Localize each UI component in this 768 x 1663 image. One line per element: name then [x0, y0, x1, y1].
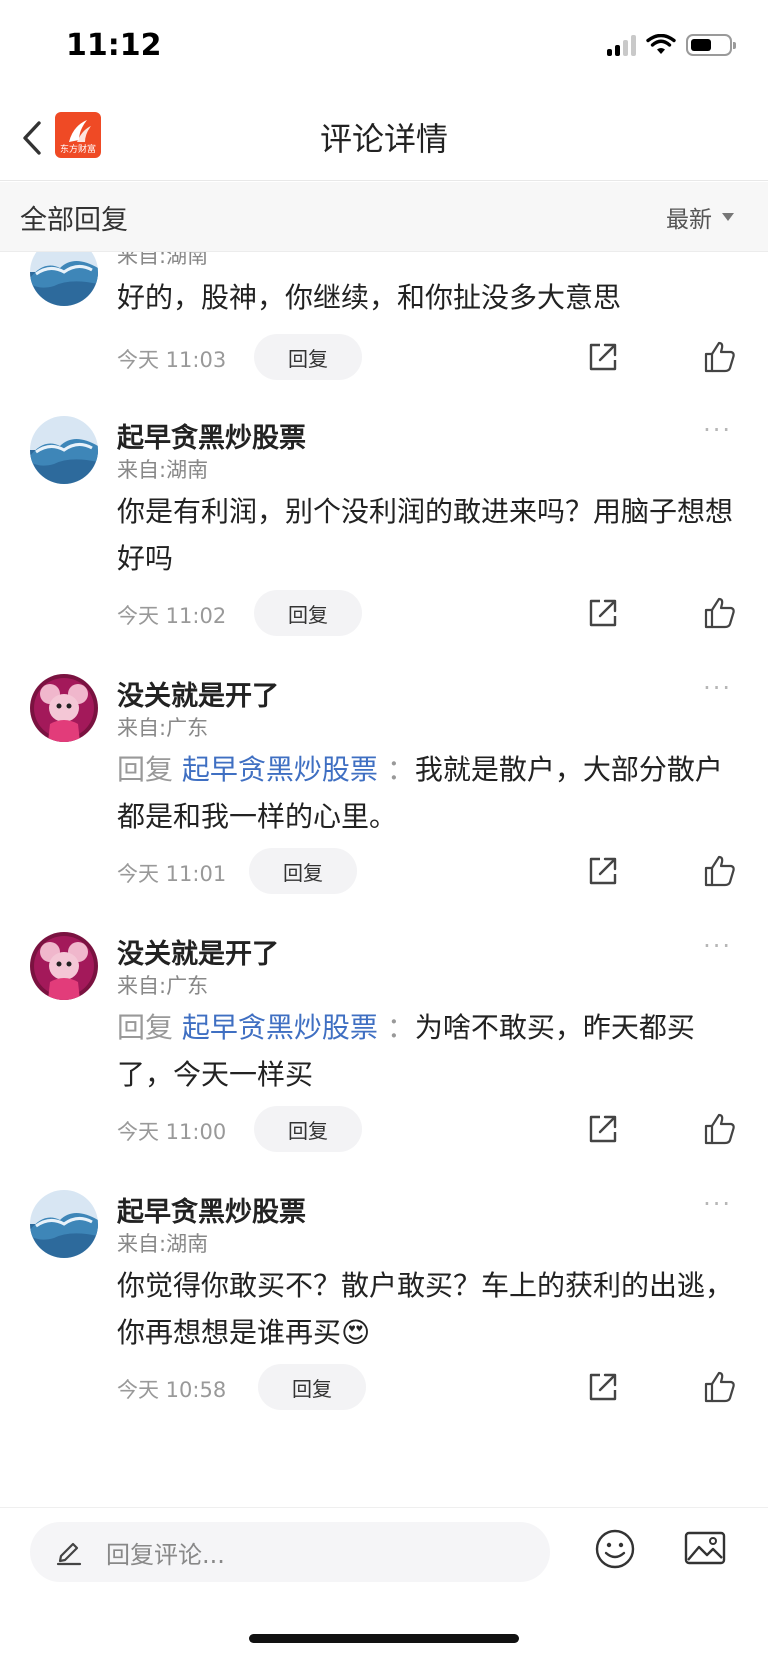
reply-button[interactable]: 回复: [249, 848, 357, 894]
reply-prefix: 回复: [117, 1011, 174, 1044]
caret-down-icon: [722, 213, 734, 221]
reply-target-user[interactable]: 起早贪黑炒股票: [182, 753, 378, 786]
timestamp: 今天 11:00: [117, 1120, 227, 1144]
reply-input-bar: 回复评论...: [0, 1507, 768, 1597]
page-title: 评论详情: [319, 120, 448, 158]
username[interactable]: 起早贪黑炒股票: [117, 1190, 306, 1229]
share-icon[interactable]: [586, 340, 620, 374]
timestamp: 今天 10:58: [117, 1378, 227, 1402]
comment-item: 起早贪黑炒股票 ··· 来自:湖南 你是有利润，别个没利润的敢进来吗？用脑子想想…: [0, 402, 768, 657]
smiley-icon[interactable]: [594, 1528, 636, 1570]
status-bar: 11:12: [0, 0, 768, 98]
reply-input[interactable]: 回复评论...: [30, 1522, 550, 1582]
timestamp: 今天 11:03: [117, 348, 227, 372]
location: 来自:湖南: [117, 458, 209, 482]
avatar[interactable]: [30, 1190, 98, 1258]
more-options-button[interactable]: ···: [703, 674, 732, 702]
sort-dropdown[interactable]: 最新: [666, 200, 734, 234]
reply-colon: ：: [386, 1011, 415, 1044]
reply-colon: ：: [386, 753, 415, 786]
username[interactable]: 没关就是开了: [117, 932, 279, 971]
share-icon[interactable]: [586, 1370, 620, 1404]
thumbs-up-icon[interactable]: [703, 854, 737, 888]
reply-target-user[interactable]: 起早贪黑炒股票: [182, 1011, 378, 1044]
status-icons: [607, 34, 736, 56]
wave-avatar-image: [30, 252, 98, 306]
status-time: 11:12: [66, 28, 162, 63]
share-icon[interactable]: [586, 1112, 620, 1146]
comment-text: 回复 起早贪黑炒股票 ：为啥不敢买，昨天都买了，今天一样买: [117, 1004, 737, 1098]
more-options-button[interactable]: ···: [703, 932, 732, 960]
share-icon[interactable]: [586, 854, 620, 888]
comment-text: 你觉得你敢买不？散户敢买？车上的获利的出逃，你再想想是谁再买😍: [117, 1262, 737, 1356]
battery-icon: [686, 34, 736, 56]
comment-body: 你觉得你敢买不？散户敢买？车上的获利的出逃，你再想想是谁再买: [117, 1269, 734, 1349]
thumbs-up-icon[interactable]: [703, 1370, 737, 1404]
location: 来自:广东: [117, 716, 209, 740]
comment-text: 你是有利润，别个没利润的敢进来吗？用脑子想想好吗: [117, 495, 734, 575]
share-icon[interactable]: [586, 596, 620, 630]
location: 来自:湖南: [117, 1232, 209, 1256]
comment-item: 来自:湖南 好的，股神，你继续，和你扯没多大意思 今天 11:03 回复: [0, 252, 768, 402]
sort-label: 最新: [666, 207, 712, 233]
location: 来自:湖南: [117, 252, 209, 268]
more-options-button[interactable]: ···: [703, 416, 732, 444]
reply-input-placeholder: 回复评论...: [106, 1541, 225, 1569]
timestamp: 今天 11:02: [117, 604, 227, 628]
comment-list[interactable]: 来自:湖南 好的，股神，你继续，和你扯没多大意思 今天 11:03 回复 起早贪…: [0, 252, 768, 1507]
reply-button[interactable]: 回复: [254, 590, 362, 636]
smiling-face-emoji: 😍: [341, 1316, 371, 1349]
all-replies-label: 全部回复: [20, 205, 128, 236]
avatar[interactable]: [30, 416, 98, 484]
pencil-icon: [56, 1542, 82, 1566]
comment-item: 没关就是开了 ··· 来自:广东 回复 起早贪黑炒股票 ：为啥不敢买，昨天都买了…: [0, 918, 768, 1173]
thumbs-up-icon[interactable]: [703, 340, 737, 374]
username[interactable]: 没关就是开了: [117, 674, 279, 713]
nav-bar: 东方财富 评论详情: [0, 98, 768, 181]
thumbs-up-icon[interactable]: [703, 1112, 737, 1146]
avatar[interactable]: [30, 252, 98, 306]
mouse-avatar-image: [30, 932, 98, 1000]
wave-avatar-image: [30, 1190, 98, 1258]
home-indicator[interactable]: [249, 1634, 519, 1643]
comment-item: 没关就是开了 ··· 来自:广东 回复 起早贪黑炒股票 ：我就是散户，大部分散户…: [0, 660, 768, 915]
filter-bar: 全部回复 最新: [0, 182, 768, 252]
thumbs-up-icon[interactable]: [703, 596, 737, 630]
wifi-icon: [646, 34, 676, 54]
reply-button[interactable]: 回复: [258, 1364, 366, 1410]
avatar[interactable]: [30, 674, 98, 742]
reply-prefix: 回复: [117, 753, 174, 786]
more-options-button[interactable]: ···: [703, 1190, 732, 1218]
timestamp: 今天 11:01: [117, 862, 227, 886]
location: 来自:广东: [117, 974, 209, 998]
image-icon[interactable]: [684, 1530, 726, 1566]
avatar[interactable]: [30, 932, 98, 1000]
cellular-signal-icon: [607, 34, 636, 56]
wave-avatar-image: [30, 416, 98, 484]
reply-button[interactable]: 回复: [254, 334, 362, 380]
comment-text: 回复 起早贪黑炒股票 ：我就是散户，大部分散户都是和我一样的心里。: [117, 746, 737, 840]
username[interactable]: 起早贪黑炒股票: [117, 416, 306, 455]
mouse-avatar-image: [30, 674, 98, 742]
reply-button[interactable]: 回复: [254, 1106, 362, 1152]
comment-text: 好的，股神，你继续，和你扯没多大意思: [117, 281, 622, 314]
comment-item: 起早贪黑炒股票 ··· 来自:湖南 你觉得你敢买不？散户敢买？车上的获利的出逃，…: [0, 1176, 768, 1431]
